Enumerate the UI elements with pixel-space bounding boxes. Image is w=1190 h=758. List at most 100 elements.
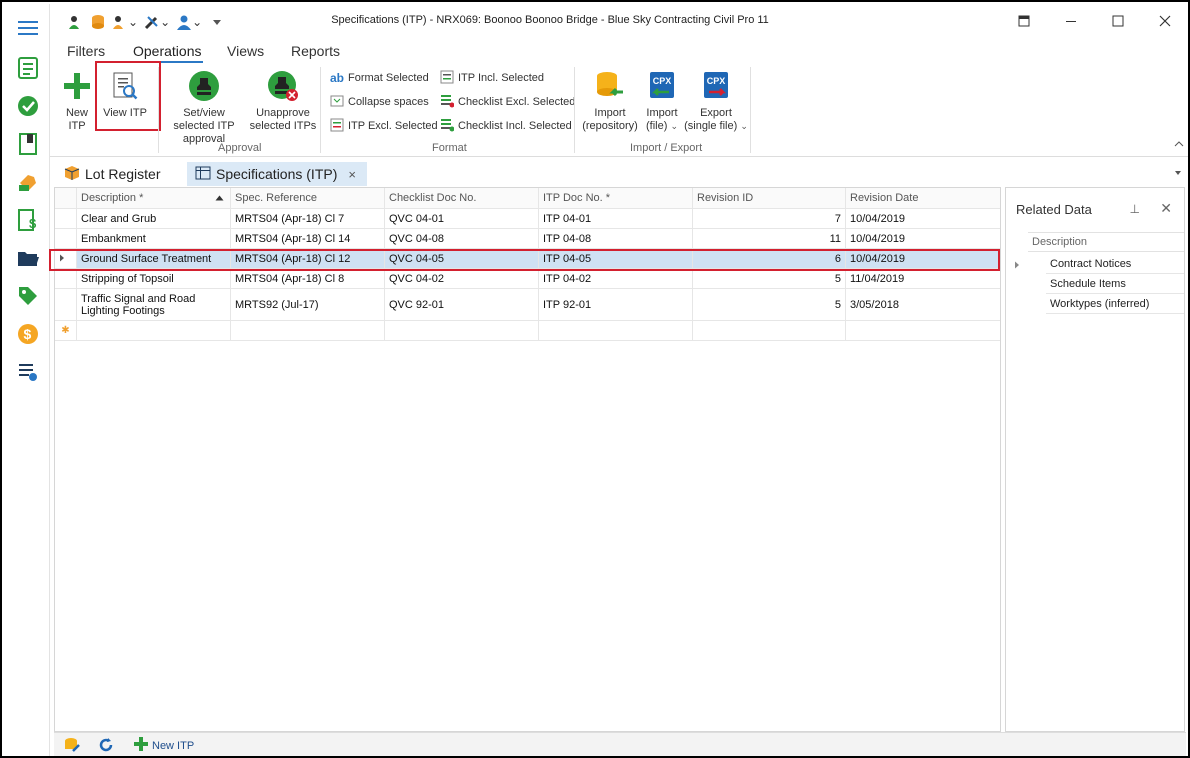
dollar-coin-icon[interactable]: $: [16, 322, 40, 346]
cell-spec-reference[interactable]: MRTS04 (Apr-18) Cl 14: [231, 229, 385, 248]
itp-incl-selected-button[interactable]: ITP Incl. Selected: [440, 69, 544, 87]
cell-revision-id[interactable]: 11: [693, 229, 846, 248]
cell-itp-doc-no[interactable]: ITP 04-01: [539, 209, 693, 228]
font-ab-icon: ab: [330, 71, 345, 85]
svg-text:$: $: [29, 216, 37, 231]
column-header-revision-date[interactable]: Revision Date: [846, 188, 1000, 208]
new-itp-bottom-button[interactable]: New ITP: [134, 737, 194, 754]
restore-layout-icon[interactable]: [1000, 4, 1047, 38]
box-icon: [64, 165, 80, 184]
cell-revision-id[interactable]: 5: [693, 269, 846, 288]
refresh-icon[interactable]: [98, 737, 114, 753]
cell-checklist-doc-no[interactable]: [385, 321, 539, 340]
related-column-header[interactable]: Description: [1028, 232, 1184, 252]
import-export-group-label: Import / Export: [630, 142, 703, 154]
export-single-file-button[interactable]: CPX Export (single file) ⌄: [684, 69, 748, 133]
cell-checklist-doc-no[interactable]: QVC 04-01: [385, 209, 539, 228]
cell-itp-doc-no[interactable]: [539, 321, 693, 340]
cell-checklist-doc-no[interactable]: QVC 04-02: [385, 269, 539, 288]
cell-revision-id[interactable]: [693, 321, 846, 340]
tab-specifications-itp[interactable]: Specifications (ITP) ×: [187, 162, 367, 186]
cell-revision-date[interactable]: [846, 321, 1000, 340]
row-indicator: [55, 209, 77, 228]
database-edit-icon[interactable]: [64, 737, 80, 753]
checklist-icon[interactable]: [16, 56, 40, 80]
table-row[interactable]: Embankment MRTS04 (Apr-18) Cl 14 QVC 04-…: [55, 229, 1000, 249]
related-item-contract-notices[interactable]: Contract Notices: [1046, 254, 1184, 274]
invoice-dollar-icon[interactable]: $: [16, 208, 40, 232]
related-item-schedule-items[interactable]: Schedule Items: [1046, 274, 1184, 294]
cell-revision-id[interactable]: 7: [693, 209, 846, 228]
collapse-spaces-button[interactable]: Collapse spaces: [330, 93, 429, 111]
plus-icon: [134, 737, 148, 754]
column-header-description[interactable]: Description *: [77, 188, 231, 208]
import-repository-button[interactable]: Import (repository): [580, 69, 640, 133]
hand-tag-icon[interactable]: [16, 170, 40, 194]
close-icon[interactable]: [1141, 4, 1188, 38]
cell-description[interactable]: Clear and Grub: [77, 209, 231, 228]
cell-revision-date[interactable]: 3/05/2018: [846, 289, 1000, 320]
set-view-approval-button[interactable]: Set/view selected ITP approval: [162, 69, 246, 146]
collapse-ribbon-icon[interactable]: [1174, 139, 1184, 151]
expand-arrow-icon[interactable]: [1014, 260, 1020, 272]
new-itp-button[interactable]: New ITP: [56, 69, 98, 133]
cell-revision-date[interactable]: 10/04/2019: [846, 229, 1000, 248]
unapprove-button[interactable]: Unapprove selected ITPs: [248, 69, 318, 133]
cell-description[interactable]: Traffic Signal and Road Lighting Footing…: [77, 289, 231, 320]
cell-checklist-doc-no[interactable]: QVC 92-01: [385, 289, 539, 320]
checklist-exclude-icon: [440, 94, 455, 111]
cell-spec-reference[interactable]: MRTS04 (Apr-18) Cl 7: [231, 209, 385, 228]
cell-description[interactable]: Stripping of Topsoil: [77, 269, 231, 288]
cell-itp-doc-no[interactable]: ITP 04-08: [539, 229, 693, 248]
table-settings-icon[interactable]: [16, 360, 40, 384]
tab-filters[interactable]: Filters: [67, 43, 105, 59]
folder-open-icon[interactable]: [16, 246, 40, 270]
selected-row-highlight: [49, 249, 1000, 271]
cell-description[interactable]: Embankment: [77, 229, 231, 248]
tab-lot-register[interactable]: Lot Register: [56, 162, 168, 186]
tab-views[interactable]: Views: [227, 43, 264, 59]
tab-operations[interactable]: Operations: [130, 43, 204, 63]
tag-icon[interactable]: [16, 284, 40, 308]
cell-revision-date[interactable]: 11/04/2019: [846, 269, 1000, 288]
table-row[interactable]: Clear and Grub MRTS04 (Apr-18) Cl 7 QVC …: [55, 209, 1000, 229]
table-row[interactable]: Traffic Signal and Road Lighting Footing…: [55, 289, 1000, 321]
related-item-worktypes[interactable]: Worktypes (inferred): [1046, 294, 1184, 314]
column-header-checklist-doc-no[interactable]: Checklist Doc No.: [385, 188, 539, 208]
column-header-revision-id[interactable]: Revision ID: [693, 188, 846, 208]
column-header-itp-doc-no[interactable]: ITP Doc No. *: [539, 188, 693, 208]
hamburger-menu-icon[interactable]: [16, 16, 40, 40]
pin-icon[interactable]: ⊥: [1130, 202, 1140, 216]
check-circle-icon[interactable]: [16, 94, 40, 118]
checklist-excl-selected-button[interactable]: Checklist Excl. Selected: [440, 93, 575, 111]
itp-excl-selected-button[interactable]: ITP Excl. Selected: [330, 117, 438, 135]
tab-reports[interactable]: Reports: [291, 43, 340, 59]
format-selected-button[interactable]: ab Format Selected: [330, 69, 429, 87]
cell-itp-doc-no[interactable]: ITP 92-01: [539, 289, 693, 320]
minimize-icon[interactable]: [1047, 4, 1094, 38]
close-panel-icon[interactable]: ✕: [1160, 200, 1172, 217]
maximize-icon[interactable]: [1094, 4, 1141, 38]
tab-list-dropdown-icon[interactable]: [1174, 168, 1182, 180]
cell-checklist-doc-no[interactable]: QVC 04-08: [385, 229, 539, 248]
checklist-include-icon: [440, 118, 455, 135]
cell-revision-id[interactable]: 5: [693, 289, 846, 320]
cell-spec-reference[interactable]: [231, 321, 385, 340]
cell-description[interactable]: [77, 321, 231, 340]
checklist-incl-selected-button[interactable]: Checklist Incl. Selected: [440, 117, 572, 135]
format-group-label: Format: [432, 142, 467, 154]
book-icon[interactable]: [16, 132, 40, 156]
cell-spec-reference[interactable]: MRTS92 (Jul-17): [231, 289, 385, 320]
ribbon-operations: New ITP View ITP Set/view selected ITP a…: [50, 61, 1188, 157]
cell-spec-reference[interactable]: MRTS04 (Apr-18) Cl 8: [231, 269, 385, 288]
related-data-panel: Related Data ⊥ ✕ Description Contract No…: [1005, 187, 1185, 732]
new-row[interactable]: ✱: [55, 321, 1000, 341]
stamp-remove-icon: [266, 69, 300, 103]
table-row[interactable]: Stripping of Topsoil MRTS04 (Apr-18) Cl …: [55, 269, 1000, 289]
column-header-spec-reference[interactable]: Spec. Reference: [231, 188, 385, 208]
cell-revision-date[interactable]: 10/04/2019: [846, 209, 1000, 228]
import-file-button[interactable]: CPX Import (file) ⌄: [642, 69, 682, 133]
window-title: Specifications (ITP) - NRX069: Boonoo Bo…: [331, 14, 769, 26]
close-tab-icon[interactable]: ×: [348, 167, 356, 182]
cell-itp-doc-no[interactable]: ITP 04-02: [539, 269, 693, 288]
